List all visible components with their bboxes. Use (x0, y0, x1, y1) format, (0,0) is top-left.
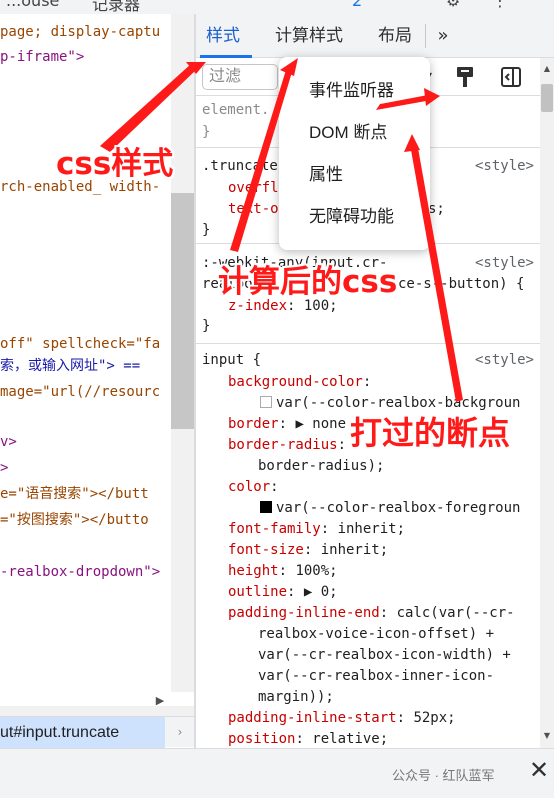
annotation-css-styles: css样式 (56, 146, 174, 182)
property-value[interactable]: var(--cr-realbox-icon-width) + (258, 645, 511, 666)
dom-line[interactable]: page; display-captu (0, 21, 160, 43)
property-row[interactable]: outline: ▶ 0; (228, 582, 338, 603)
issues-badge[interactable]: 2 (352, 0, 362, 10)
settings-icon[interactable]: ⚙ (446, 0, 460, 10)
property-value[interactable]: realbox-voice-icon-offset) + (258, 624, 494, 645)
property-row[interactable]: height: 100%; (228, 561, 338, 582)
property-row[interactable]: border-radius: (228, 435, 346, 456)
tab-computed[interactable]: 计算样式 (275, 14, 343, 58)
dom-line[interactable]: off" spellcheck="fa (0, 333, 160, 355)
property-value[interactable]: margin)); (258, 687, 334, 708)
property-row[interactable]: padding-inline-end: calc(var(--cr- (228, 603, 515, 624)
rule-selector[interactable]: .truncate (202, 156, 278, 177)
top-strip: ...ouse 记录器 2 ⚙ ⋮ (0, 0, 554, 14)
top-fragment-left: ...ouse (6, 0, 60, 10)
property-value[interactable]: var(--color-realbox-foregroun (260, 498, 520, 519)
tab-layout[interactable]: 布局 (378, 14, 412, 58)
property-row[interactable]: color: (228, 477, 279, 498)
property-value[interactable]: var(--cr-realbox-inner-icon- (258, 666, 494, 687)
menu-item-accessibility[interactable]: 无障碍功能 (309, 202, 394, 232)
rule-source[interactable]: <style> (475, 156, 534, 177)
scroll-down-icon[interactable]: ▼ (540, 731, 554, 743)
tab-divider (425, 24, 426, 48)
dom-line[interactable]: 索，或输入网址"> == (0, 355, 140, 377)
rule-selector[interactable]: element. (202, 100, 269, 121)
rule-source[interactable]: <style> (475, 253, 534, 274)
close-icon[interactable]: ✕ (528, 757, 550, 783)
breadcrumb-current[interactable]: ut#input.truncate (0, 717, 165, 748)
toggle-sidebar-icon[interactable] (500, 66, 522, 88)
scroll-right-icon[interactable]: ▶ (153, 690, 167, 712)
dom-line[interactable]: ="按图搜索"></butto (0, 509, 149, 531)
menu-item-event-listeners[interactable]: 事件监听器 (309, 76, 394, 106)
menu-item-properties[interactable]: 属性 (309, 160, 343, 190)
property-row[interactable]: background-color: (228, 372, 371, 393)
property-name[interactable]: text-o (228, 199, 279, 220)
more-tabs-icon[interactable]: » (429, 14, 457, 58)
filter-input[interactable]: 过滤 (202, 64, 278, 90)
more-tabs-menu: 事件监听器 DOM 断点 属性 无障碍功能 (279, 57, 430, 250)
dom-line[interactable]: -realbox-dropdown"> (0, 561, 160, 583)
property-value[interactable]: s; (428, 199, 445, 220)
color-swatch[interactable] (260, 501, 272, 513)
property-row[interactable]: font-family: inherit; (228, 519, 405, 540)
dom-line[interactable]: > (0, 457, 8, 479)
property-name[interactable]: overfl (228, 178, 279, 199)
rule-close: } (202, 124, 211, 140)
more-vert-icon[interactable]: ⋮ (492, 0, 508, 10)
top-fragment-recorder[interactable]: 记录器 (92, 0, 140, 14)
rule-source[interactable]: <style> (475, 350, 534, 371)
rule-close: } (202, 318, 211, 334)
tab-styles[interactable]: 样式 (206, 14, 240, 58)
watermark: 公众号 · 红队蓝军 (392, 768, 495, 783)
annotation-breakpoints: 打过的断点 (350, 414, 511, 452)
paint-brush-icon[interactable] (454, 65, 476, 89)
annotation-computed-css: 计算后的css (218, 264, 398, 300)
styles-vscroll-thumb[interactable] (541, 84, 553, 112)
rule-close: } (202, 222, 211, 238)
dom-line[interactable]: e="语音搜索"></butt (0, 483, 149, 505)
breadcrumb: ut#input.truncate › (0, 716, 194, 748)
property-row[interactable]: border: ▶ none (228, 414, 346, 435)
styles-vscroll[interactable] (540, 58, 554, 748)
breadcrumb-next-icon[interactable]: › (168, 717, 192, 748)
scroll-up-icon[interactable]: ▲ (540, 64, 554, 76)
sidebar-tabs: 样式 计算样式 布局 » (196, 14, 554, 58)
elements-vscroll-thumb[interactable] (171, 193, 194, 429)
elements-tree: page; display-captu p-iframe"> rch-enabl… (0, 14, 194, 714)
property-row[interactable]: padding-inline-start: 52px; (228, 708, 456, 729)
color-swatch[interactable] (260, 396, 272, 408)
property-value[interactable]: border-radius); (258, 456, 384, 477)
property-row[interactable]: position: relative; (228, 729, 388, 748)
rule-input: input { <style> background-color: var(--… (196, 344, 540, 748)
dom-line[interactable]: v> (0, 431, 17, 453)
dom-line[interactable]: p-iframe"> (0, 46, 84, 68)
property-row[interactable]: font-size: inherit; (228, 540, 388, 561)
menu-item-dom-breakpoints[interactable]: DOM 断点 (309, 118, 387, 148)
rule-selector[interactable]: input { (202, 350, 261, 371)
dom-line[interactable]: mage="url(//resourc (0, 381, 160, 403)
rule-selector-tail: ce-s--button) { (398, 276, 525, 292)
